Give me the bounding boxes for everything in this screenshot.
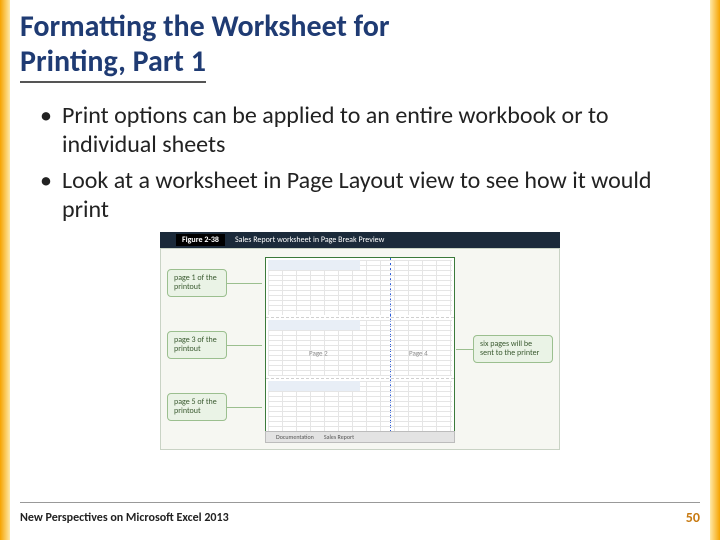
- sheet-tabs: Documentation Sales Report: [265, 431, 455, 443]
- bullet-list: Print options can be applied to an entir…: [20, 101, 700, 224]
- callout-text: page 1 of the printout: [174, 273, 217, 292]
- bullet-item: Print options can be applied to an entir…: [46, 101, 700, 160]
- callout-page-1: page 1 of the printout: [167, 269, 227, 297]
- figure-label: Figure 2-38: [176, 234, 225, 246]
- callout-six-pages: six pages will be sent to the printer: [473, 335, 553, 363]
- figure-caption: Sales Report worksheet in Page Break Pre…: [235, 235, 384, 245]
- callout-text: page 5 of the printout: [174, 397, 217, 416]
- figure: Figure 2-38 Sales Report worksheet in Pa…: [160, 232, 560, 462]
- callout-connector: [456, 349, 474, 350]
- slide-footer: New Perspectives on Microsoft Excel 2013…: [20, 502, 700, 526]
- tab-documentation: Documentation: [276, 433, 314, 441]
- callout-connector: [226, 345, 262, 346]
- slide-edge-right: [710, 0, 720, 540]
- slide-edge-left: [0, 0, 10, 540]
- title-line-1: Formatting the Worksheet for: [20, 10, 700, 45]
- sheet-section: [266, 258, 454, 318]
- sheet-section: [266, 379, 454, 438]
- callout-page-3: page 3 of the printout: [167, 331, 227, 359]
- callout-text: page 3 of the printout: [174, 335, 217, 354]
- page-watermark-2: Page 2: [309, 349, 328, 358]
- callout-connector: [226, 283, 262, 284]
- bullet-item: Look at a worksheet in Page Layout view …: [46, 166, 700, 225]
- tab-sales-report: Sales Report: [324, 433, 354, 441]
- slide-title: Formatting the Worksheet for Printing, P…: [20, 6, 700, 87]
- figure-body: page 1 of the printout page 3 of the pri…: [160, 248, 560, 450]
- callout-page-5: page 5 of the printout: [167, 393, 227, 421]
- slide-content: Formatting the Worksheet for Printing, P…: [20, 6, 700, 540]
- title-line-2: Printing, Part 1: [20, 43, 206, 80]
- footer-text: New Perspectives on Microsoft Excel 2013: [20, 511, 229, 525]
- figure-header: Figure 2-38 Sales Report worksheet in Pa…: [160, 232, 560, 248]
- callout-text: six pages will be sent to the printer: [480, 339, 539, 358]
- callout-connector: [226, 407, 262, 408]
- page-watermark-4: Page 4: [409, 349, 428, 358]
- page-number: 50: [686, 509, 700, 526]
